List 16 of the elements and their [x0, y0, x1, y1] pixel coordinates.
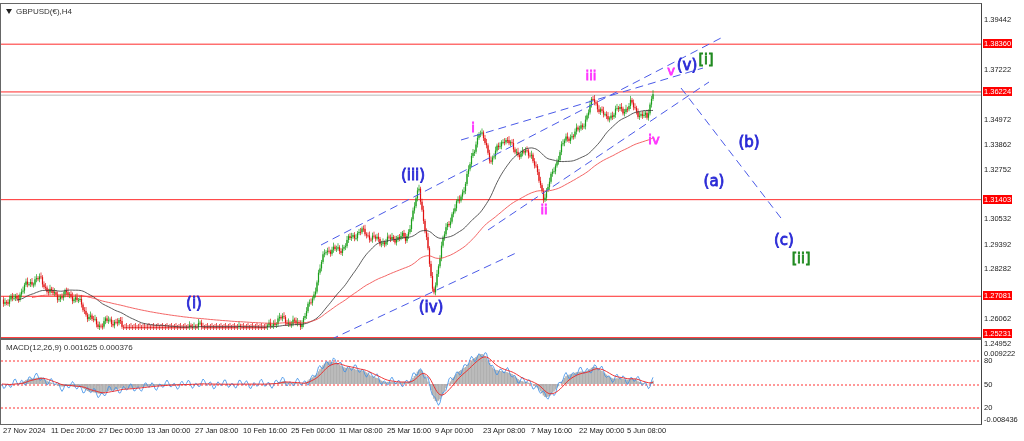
wave-label: iv [648, 132, 660, 147]
wave-label: (v) [676, 56, 698, 74]
wave-label: (i) [186, 294, 202, 312]
wave-label: [ii] [791, 250, 811, 266]
wave-label: (b) [738, 133, 760, 151]
wave-label: [i] [698, 51, 714, 67]
wave-label: v [667, 63, 675, 78]
wave-label: i [471, 120, 475, 135]
wave-label: (iv) [418, 298, 444, 316]
wave-label: iii [585, 68, 597, 83]
chart-title: GBPUSD(€),H4 [16, 7, 72, 16]
wave-label: (iii) [400, 166, 426, 184]
macd-title: MACD(12,26,9) 0.001625 0.000376 [6, 343, 133, 352]
wave-label: (c) [774, 231, 794, 249]
wave-label: ii [540, 202, 548, 217]
wave-label: (a) [703, 172, 725, 190]
